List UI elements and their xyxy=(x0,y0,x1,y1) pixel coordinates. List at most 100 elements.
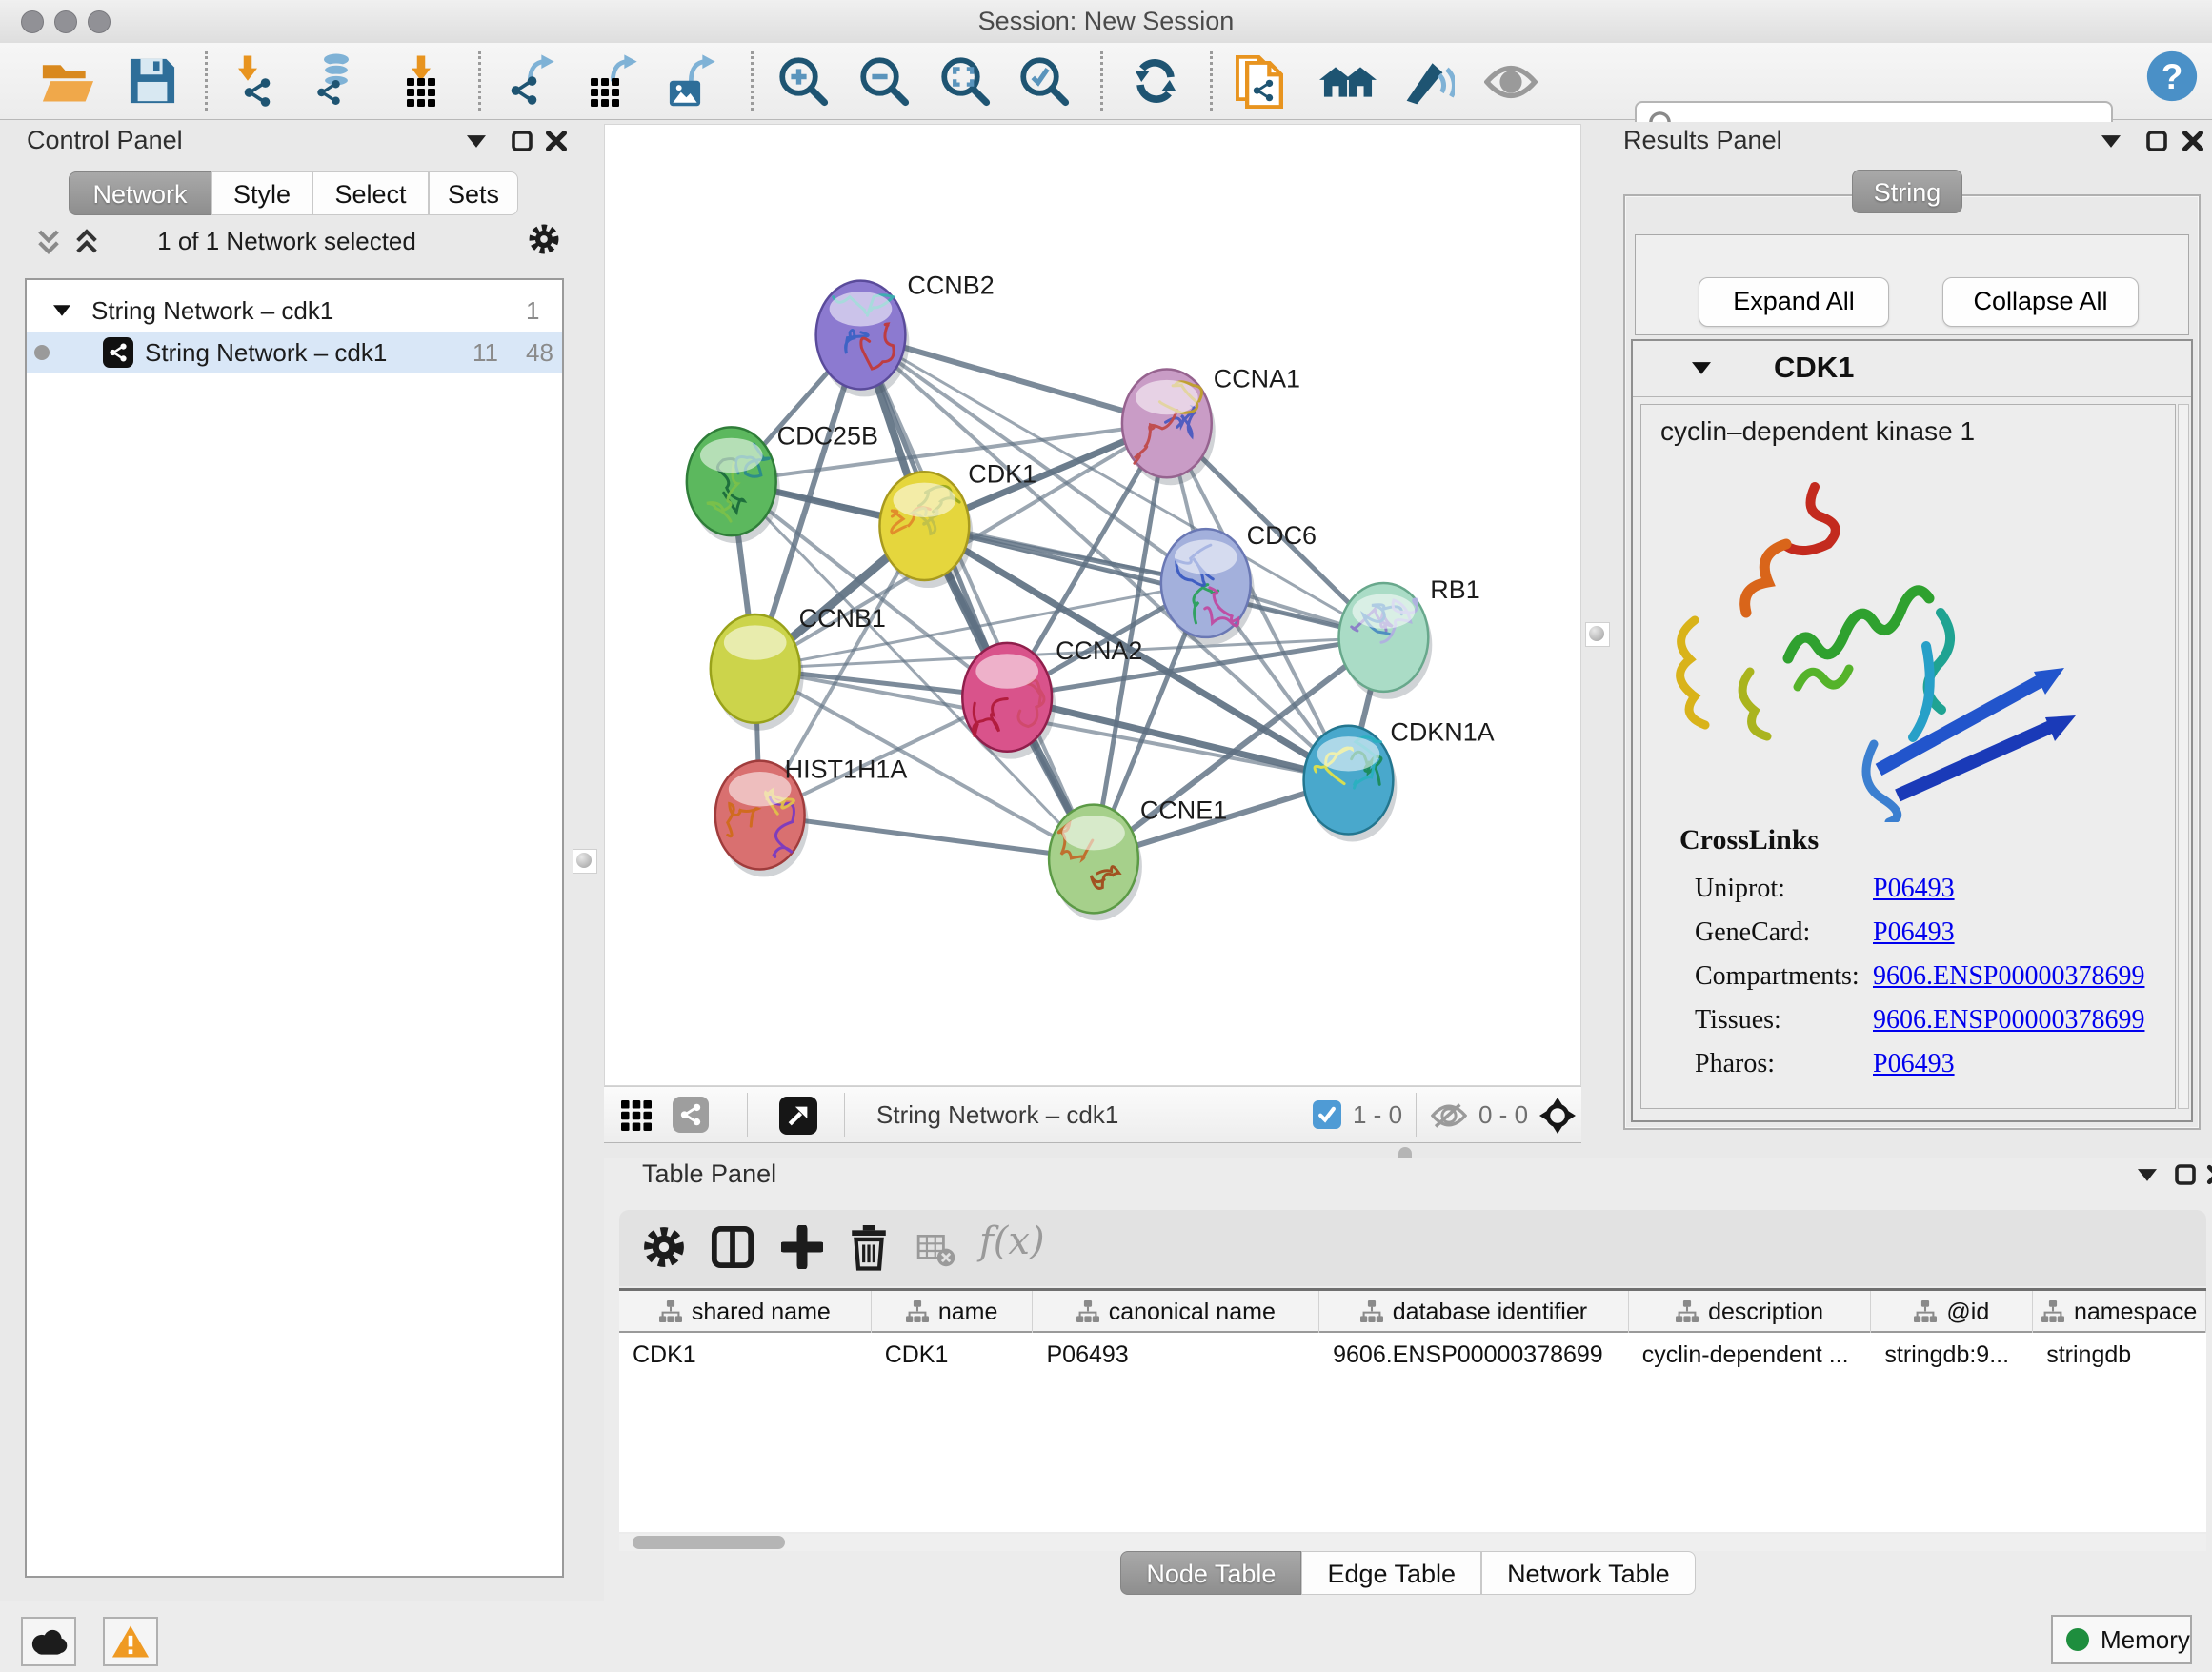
export-network-button[interactable] xyxy=(506,53,561,109)
node-CCNB1[interactable]: CCNB1 xyxy=(711,604,886,731)
control-panel: Control Panel NetworkStyleSelectSets 1 o… xyxy=(10,122,564,1581)
columns-icon[interactable] xyxy=(711,1225,754,1269)
tab-sets[interactable]: Sets xyxy=(429,171,518,215)
zoom-in-button[interactable] xyxy=(777,53,833,109)
column-header-shared-name[interactable]: shared name xyxy=(619,1291,872,1333)
import-network-button[interactable] xyxy=(228,53,283,109)
table-cell[interactable]: P06493 xyxy=(1033,1335,1319,1375)
node-CDKN1A[interactable]: CDKN1A xyxy=(1304,718,1495,842)
collapse-section-icon[interactable] xyxy=(1692,362,1711,374)
export-image-button[interactable] xyxy=(665,53,720,109)
panel-menu-icon[interactable] xyxy=(2138,1169,2157,1181)
edge-HIST1H1A-CCNE1[interactable] xyxy=(760,816,1094,859)
node-CDC25B[interactable]: CDC25B xyxy=(687,421,878,543)
tab-edge-table[interactable]: Edge Table xyxy=(1301,1551,1481,1595)
window-close-button[interactable] xyxy=(21,10,44,33)
open-session-button[interactable] xyxy=(41,53,96,109)
gear-icon[interactable] xyxy=(528,223,560,255)
scrollbar-thumb[interactable] xyxy=(633,1536,785,1549)
open-in-window-icon[interactable] xyxy=(779,1097,817,1135)
birds-eye-crosshair-icon[interactable] xyxy=(1539,1098,1576,1134)
column-header-database-identifier[interactable]: database identifier xyxy=(1319,1291,1629,1333)
tree-column-icon xyxy=(1076,1300,1099,1323)
network-row-selected[interactable]: String Network – cdk1 11 48 xyxy=(27,332,562,373)
hidden-counts: 0 - 0 xyxy=(1478,1100,1528,1130)
panel-menu-icon[interactable] xyxy=(2101,135,2121,148)
crosslink-row: Pharos:P06493 xyxy=(1641,1049,2175,1093)
tab-node-table[interactable]: Node Table xyxy=(1120,1551,1301,1595)
table-cell[interactable]: stringdb:9... xyxy=(1871,1335,2033,1375)
import-database-button[interactable] xyxy=(311,53,366,109)
function-builder-icon[interactable]: f(x) xyxy=(979,1219,1045,1263)
protein-card-header[interactable]: CDK1 xyxy=(1633,341,2191,397)
table-cell[interactable]: stringdb xyxy=(2033,1335,2206,1375)
results-vertical-scrollbar[interactable] xyxy=(2178,404,2189,1109)
save-session-button[interactable] xyxy=(125,53,180,109)
network-collection-row[interactable]: String Network – cdk1 1 xyxy=(27,290,562,332)
tab-select[interactable]: Select xyxy=(312,171,429,215)
refresh-button[interactable] xyxy=(1131,53,1186,109)
table-cell[interactable]: CDK1 xyxy=(619,1335,872,1375)
panel-float-icon[interactable] xyxy=(2174,1163,2197,1186)
warnings-button[interactable] xyxy=(103,1617,158,1666)
export-table-button[interactable] xyxy=(587,53,642,109)
column-header-name[interactable]: name xyxy=(872,1291,1034,1333)
tab-network[interactable]: Network xyxy=(69,171,211,215)
tab-style[interactable]: Style xyxy=(211,171,312,215)
panel-menu-icon[interactable] xyxy=(467,135,486,148)
expand-all-button[interactable]: Expand All xyxy=(1699,277,1889,327)
node-HIST1H1A[interactable]: HIST1H1A xyxy=(715,755,908,877)
node-RB1[interactable]: RB1 xyxy=(1338,575,1479,699)
crosslink-link[interactable]: P06493 xyxy=(1873,1049,1955,1079)
cloud-status-button[interactable] xyxy=(21,1617,76,1666)
add-column-icon[interactable] xyxy=(781,1225,823,1269)
crosslink-link[interactable]: P06493 xyxy=(1873,874,1955,904)
panel-float-icon[interactable] xyxy=(511,130,533,152)
node-CDK1[interactable]: CDK1 xyxy=(879,459,1036,588)
share-view-icon[interactable] xyxy=(673,1097,709,1133)
import-table-button[interactable] xyxy=(394,53,450,109)
annotations-button[interactable] xyxy=(1403,53,1458,109)
show-graphics-button[interactable] xyxy=(1484,53,1539,109)
collapse-all-button[interactable]: Collapse All xyxy=(1942,277,2139,327)
window-zoom-button[interactable] xyxy=(88,10,111,33)
delete-column-icon[interactable] xyxy=(850,1225,888,1271)
grid-view-icon[interactable] xyxy=(621,1100,652,1131)
hidden-eye-slash-icon[interactable] xyxy=(1431,1102,1467,1129)
table-row[interactable]: CDK1CDK1P064939606.ENSP00000378699cyclin… xyxy=(619,1335,2206,1375)
share-icon xyxy=(314,78,343,107)
memory-button[interactable]: Memory xyxy=(2051,1615,2192,1664)
right-splitter-handle[interactable] xyxy=(1585,622,1610,647)
zoom-selected-button[interactable] xyxy=(1018,53,1074,109)
tab-string[interactable]: String xyxy=(1852,170,1962,213)
clear-table-icon[interactable] xyxy=(916,1235,956,1267)
help-button[interactable]: ? xyxy=(2145,50,2201,105)
panel-float-icon[interactable] xyxy=(2145,130,2168,152)
crosslink-link[interactable]: 9606.ENSP00000378699 xyxy=(1873,1005,2144,1036)
tab-network-table[interactable]: Network Table xyxy=(1481,1551,1696,1595)
node-CCNE1[interactable]: CCNE1 xyxy=(1049,796,1227,921)
panel-close-icon[interactable] xyxy=(2182,130,2204,152)
zoom-fit-button[interactable] xyxy=(939,53,995,109)
column-header-namespace[interactable]: namespace xyxy=(2033,1291,2206,1333)
home-networks-button[interactable] xyxy=(1319,53,1375,109)
crosslink-link[interactable]: P06493 xyxy=(1873,917,1955,948)
selected-nodes-checkbox[interactable] xyxy=(1313,1100,1341,1129)
string-import-button[interactable] xyxy=(1236,53,1291,109)
panel-close-icon[interactable] xyxy=(2206,1163,2212,1186)
gear-icon[interactable] xyxy=(642,1225,686,1269)
window-minimize-button[interactable] xyxy=(54,10,77,33)
table-cell[interactable]: 9606.ENSP00000378699 xyxy=(1319,1335,1629,1375)
crosslink-link[interactable]: 9606.ENSP00000378699 xyxy=(1873,961,2144,992)
table-cell[interactable]: cyclin-dependent ... xyxy=(1629,1335,1872,1375)
table-cell[interactable]: CDK1 xyxy=(872,1335,1034,1375)
left-splitter-handle[interactable] xyxy=(573,849,597,874)
column-header-@id[interactable]: @id xyxy=(1871,1291,2033,1333)
column-header-description[interactable]: description xyxy=(1629,1291,1872,1333)
zoom-out-button[interactable] xyxy=(858,53,914,109)
network-view-canvas[interactable]: CCNB2CCNA1CDC25BCDK1CDC6RB1CCNB1CCNA2CDK… xyxy=(604,124,1581,1086)
column-header-canonical-name[interactable]: canonical name xyxy=(1033,1291,1319,1333)
tree-expand-icon[interactable] xyxy=(53,305,70,316)
panel-close-icon[interactable] xyxy=(545,130,568,152)
node-CDC6[interactable]: CDC6 xyxy=(1161,521,1317,645)
